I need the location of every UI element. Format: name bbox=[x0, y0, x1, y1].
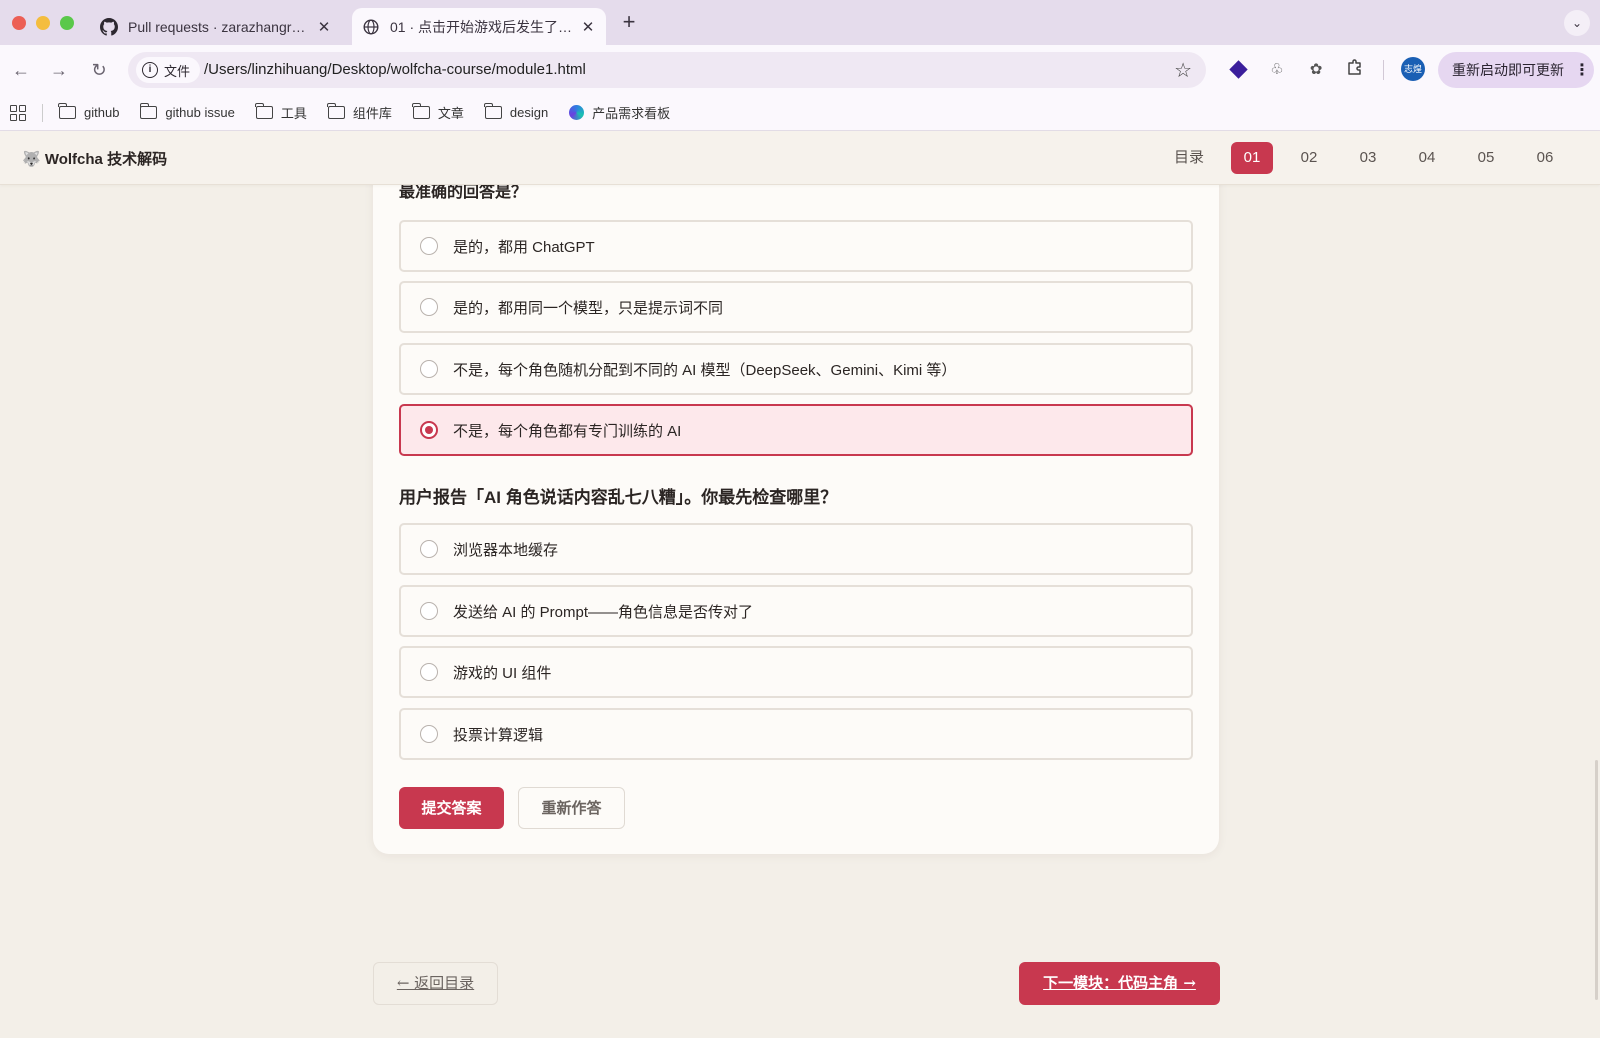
bookmark-label: github issue bbox=[165, 105, 235, 120]
minimize-window-button[interactable] bbox=[36, 16, 50, 30]
q2-option-2[interactable]: 发送给 AI 的 Prompt——角色信息是否传对了 bbox=[399, 585, 1193, 637]
back-to-toc-button[interactable]: ← 返回目录 bbox=[373, 962, 498, 1005]
submit-answers-button[interactable]: 提交答案 bbox=[399, 787, 504, 829]
board-logo-icon bbox=[569, 105, 585, 120]
bookmark-label: 产品需求看板 bbox=[592, 106, 671, 121]
option-label: 是的，都用 ChatGPT bbox=[453, 238, 595, 256]
q1-option-1[interactable]: 是的，都用 ChatGPT bbox=[399, 220, 1193, 272]
bookmark-components[interactable]: 组件库 bbox=[327, 103, 392, 122]
menu-kebab-icon: ⋮ bbox=[1574, 62, 1590, 79]
radio-button[interactable] bbox=[420, 725, 438, 743]
close-tab-icon[interactable]: ✕ bbox=[312, 18, 336, 36]
radio-button-checked[interactable] bbox=[420, 421, 438, 439]
nav-item-05[interactable]: 05 bbox=[1465, 142, 1507, 174]
folder-icon bbox=[58, 103, 76, 119]
q1-option-2[interactable]: 是的，都用同一个模型，只是提示词不同 bbox=[399, 281, 1193, 333]
back-arrow-icon[interactable]: ← bbox=[8, 57, 34, 83]
close-tab-icon[interactable]: ✕ bbox=[576, 18, 600, 36]
url-text[interactable]: /Users/linzhihuang/Desktop/wolfcha-cours… bbox=[204, 61, 586, 78]
folder-icon bbox=[139, 103, 158, 119]
bookmark-github-issue[interactable]: github issue bbox=[139, 103, 235, 120]
bookmark-github[interactable]: github bbox=[58, 103, 120, 120]
retry-button[interactable]: 重新作答 bbox=[518, 787, 625, 829]
q2-option-3[interactable]: 游戏的 UI 组件 bbox=[399, 646, 1193, 698]
option-label: 不是，每个角色都有专门训练的 AI bbox=[453, 422, 682, 440]
bookmark-label: design bbox=[509, 105, 549, 120]
bookmark-star-icon[interactable]: ☆ bbox=[1174, 58, 1192, 83]
option-label: 浏览器本地缓存 bbox=[453, 541, 559, 559]
radio-button[interactable] bbox=[420, 298, 438, 316]
option-label: 投票计算逻辑 bbox=[453, 726, 544, 744]
radio-button[interactable] bbox=[420, 602, 438, 620]
page-scrollbar[interactable] bbox=[1595, 760, 1598, 1000]
nav-item-03[interactable]: 03 bbox=[1347, 142, 1389, 174]
question-2-title: 用户报告「AI 角色说话内容乱七八糟」。你最先检查哪里？ bbox=[399, 488, 838, 507]
maximize-window-button[interactable] bbox=[60, 16, 74, 30]
folder-icon bbox=[327, 103, 345, 119]
diamond-extension-icon[interactable] bbox=[1226, 58, 1250, 82]
radio-button[interactable] bbox=[420, 540, 438, 558]
browser-tab-strip: Pull requests · zarazhangrui/… ✕ 01 · 点击… bbox=[0, 0, 1600, 45]
nav-item-02[interactable]: 02 bbox=[1288, 142, 1330, 174]
bookmark-articles[interactable]: 文章 bbox=[412, 103, 464, 122]
brand-title[interactable]: 🐺 Wolfcha 技术解码 bbox=[22, 148, 167, 169]
folder-icon bbox=[484, 103, 502, 119]
info-icon: i bbox=[142, 62, 158, 78]
bookmarks-bar: github github issue 工具 组件库 文章 design 产品需… bbox=[0, 95, 1600, 131]
bookmark-product-board[interactable]: 产品需求看板 bbox=[569, 103, 670, 122]
radio-button[interactable] bbox=[420, 663, 438, 681]
update-label: 重新启动即可更新 bbox=[1452, 62, 1564, 78]
browser-toolbar: ← → ↻ i 文件 /Users/linzhihuang/Desktop/wo… bbox=[0, 45, 1600, 95]
nav-item-06[interactable]: 06 bbox=[1524, 142, 1566, 174]
bookmark-tools[interactable]: 工具 bbox=[255, 103, 307, 122]
option-label: 是的，都用同一个模型，只是提示词不同 bbox=[453, 299, 724, 317]
option-label: 发送给 AI 的 Prompt——角色信息是否传对了 bbox=[453, 603, 754, 621]
close-window-button[interactable] bbox=[12, 16, 26, 30]
github-icon bbox=[100, 17, 118, 36]
forward-arrow-icon[interactable]: → bbox=[46, 57, 72, 83]
folder-icon bbox=[255, 103, 273, 119]
address-bar[interactable]: i 文件 /Users/linzhihuang/Desktop/wolfcha-… bbox=[128, 52, 1206, 88]
bookmarks-divider bbox=[42, 103, 43, 122]
tab-search-chevron-icon[interactable]: ⌄ bbox=[1564, 10, 1590, 36]
nav-item-toc[interactable]: 目录 bbox=[1160, 142, 1218, 174]
relaunch-update-button[interactable]: 重新启动即可更新 ⋮ bbox=[1438, 52, 1594, 88]
bookmark-label: 工具 bbox=[280, 106, 307, 121]
site-header: 🐺 Wolfcha 技术解码 目录 01 02 03 04 05 06 bbox=[0, 131, 1600, 185]
profile-avatar[interactable]: 志煌 bbox=[1401, 57, 1425, 81]
nav-item-04[interactable]: 04 bbox=[1406, 142, 1448, 174]
tab-title: 01 · 点击开始游戏后发生了什么 bbox=[390, 18, 576, 35]
bug-extension-icon[interactable]: ✿ bbox=[1304, 58, 1328, 82]
q2-option-4[interactable]: 投票计算逻辑 bbox=[399, 708, 1193, 760]
globe-icon bbox=[362, 18, 380, 36]
leaf-extension-icon[interactable]: ♧ bbox=[1265, 58, 1289, 82]
nav-item-01[interactable]: 01 bbox=[1231, 142, 1273, 174]
apps-grid-icon[interactable] bbox=[10, 104, 26, 121]
q2-option-1[interactable]: 浏览器本地缓存 bbox=[399, 523, 1193, 575]
browser-tab-pull-requests[interactable]: Pull requests · zarazhangrui/… ✕ bbox=[92, 8, 342, 45]
next-module-button[interactable]: 下一模块：代码主角 → bbox=[1019, 962, 1220, 1005]
bookmark-label: 文章 bbox=[437, 106, 464, 121]
q1-option-3[interactable]: 不是，每个角色随机分配到不同的 AI 模型（DeepSeek、Gemini、Ki… bbox=[399, 343, 1193, 395]
folder-icon bbox=[412, 103, 430, 119]
new-tab-button[interactable]: + bbox=[618, 11, 640, 34]
puzzle-extensions-icon[interactable] bbox=[1343, 58, 1367, 82]
radio-button[interactable] bbox=[420, 360, 438, 378]
option-label: 游戏的 UI 组件 bbox=[453, 664, 552, 682]
q1-option-4-selected[interactable]: 不是，每个角色都有专门训练的 AI bbox=[399, 404, 1193, 456]
bookmark-label: github bbox=[84, 105, 120, 120]
bookmark-design[interactable]: design bbox=[484, 103, 549, 120]
radio-button[interactable] bbox=[420, 237, 438, 255]
option-label: 不是，每个角色随机分配到不同的 AI 模型（DeepSeek、Gemini、Ki… bbox=[453, 361, 957, 379]
reload-icon[interactable]: ↻ bbox=[86, 57, 112, 83]
site-chip-label: 文件 bbox=[164, 63, 191, 79]
tab-title: Pull requests · zarazhangrui/… bbox=[128, 18, 312, 35]
bookmark-label: 组件库 bbox=[352, 106, 392, 121]
browser-tab-module1[interactable]: 01 · 点击开始游戏后发生了什么 ✕ bbox=[352, 8, 606, 45]
site-info-chip[interactable]: i 文件 bbox=[136, 57, 201, 83]
toolbar-divider bbox=[1383, 60, 1384, 80]
